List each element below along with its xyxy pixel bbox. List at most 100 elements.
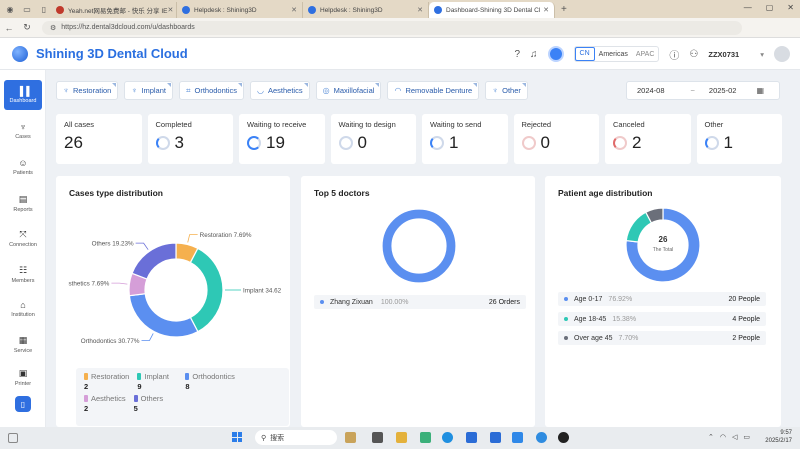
date-start[interactable]: 2024-08 [637, 86, 665, 95]
stat-value: 1 [449, 133, 459, 152]
category-other[interactable]: ♆ Other [485, 81, 528, 100]
donut-slice[interactable] [189, 247, 224, 333]
stat-card-waiting-to-receive[interactable]: Waiting to receive 19 [239, 114, 325, 164]
user-menu[interactable]: ZZX0731 ▾ [708, 50, 764, 59]
implant-icon: ♆ [131, 86, 138, 95]
close-tab-icon[interactable]: ✕ [543, 6, 549, 14]
taskbar-app-icon[interactable] [558, 432, 569, 443]
close-window-icon[interactable]: ✕ [787, 3, 794, 12]
stat-label: Other [704, 120, 724, 129]
sidebar-item-connection[interactable]: ⤧ Connection [4, 223, 42, 253]
taskbar-app-icon[interactable] [345, 432, 356, 443]
region-cn[interactable]: CN [574, 47, 595, 61]
category-restoration[interactable]: ♆ Restoration [56, 81, 119, 100]
category-maxillofacial[interactable]: ◎ Maxillofacial [315, 81, 382, 100]
legend-item[interactable]: Restoration 2 [84, 372, 129, 391]
close-tab-icon[interactable]: ✕ [291, 6, 297, 14]
taskbar-search[interactable]: ⚲ 搜索 [255, 430, 337, 445]
clock[interactable]: 9:57 2025/2/17 [765, 429, 792, 445]
age-row[interactable]: Age 18-45 15.38% 4 People [558, 312, 766, 326]
sidebar-item-patients[interactable]: ☺ Patients [4, 152, 42, 182]
stat-card-other[interactable]: Other 1 [696, 114, 782, 164]
age-people: 2 People [732, 334, 760, 342]
donut-slice[interactable] [381, 208, 457, 284]
windows-start-icon[interactable] [232, 432, 242, 442]
browser-tab[interactable]: Helpdesk : Shining3D ✕ [177, 2, 303, 18]
minimize-icon[interactable]: — [744, 3, 752, 12]
donut-slice[interactable] [128, 293, 199, 338]
legend-label: Implant [144, 372, 169, 381]
close-tab-icon[interactable]: ✕ [167, 6, 173, 14]
date-range-picker[interactable]: 2024-08 ~ 2025-02 ▦ [626, 81, 780, 100]
app-switcher-icon[interactable] [547, 46, 564, 62]
browser-profile-icon[interactable]: ◉ [3, 2, 17, 16]
volume-icon[interactable]: ◁ [732, 433, 737, 441]
battery-icon[interactable]: ▭ [743, 433, 750, 441]
date-end[interactable]: 2025-02 [709, 86, 737, 95]
reload-icon[interactable]: ↻ [18, 22, 36, 33]
legend-item[interactable]: Implant 9 [137, 372, 177, 391]
category-removable-denture[interactable]: ◠ Removable Denture [387, 81, 480, 100]
folder-icon[interactable] [396, 432, 407, 443]
slice-label: Orthodontics 30.77% [81, 338, 140, 345]
new-tab-icon[interactable]: + [561, 4, 567, 15]
legend-item[interactable]: Others 5 [133, 394, 174, 413]
stat-card-completed[interactable]: Completed 3 [147, 114, 233, 164]
browser-tab[interactable]: Yeah.net网易免费邮 - 快乐 分享 IE ✕ [51, 2, 177, 18]
sidebar-item-dashboard[interactable]: ▐▐ Dashboard [4, 80, 42, 110]
site-info-icon[interactable]: ⚙ [50, 24, 56, 32]
sidebar-item-reports[interactable]: ▤ Reports [4, 188, 42, 218]
info-icon[interactable]: ⓘ [669, 47, 679, 62]
taskbar-app-icon[interactable] [512, 432, 523, 443]
notification-bell-icon[interactable]: ♫ [530, 49, 538, 60]
help-icon[interactable]: ? [514, 49, 520, 60]
region-americas[interactable]: Americas [595, 51, 632, 58]
donut-slice[interactable] [131, 242, 177, 280]
cases-type-panel: Cases type distribution Restoration 7.69… [56, 176, 290, 427]
sidebar-item-institution[interactable]: ⌂ Institution [4, 294, 42, 324]
legend-label: Restoration [91, 372, 130, 381]
category-implant[interactable]: ♆ Implant [124, 81, 173, 100]
mail-icon[interactable] [490, 432, 501, 443]
tab-actions-icon[interactable]: ▭ [20, 2, 34, 16]
maximize-icon[interactable]: ▢ [766, 3, 774, 12]
tab-search-icon[interactable]: ▯ [37, 2, 51, 16]
stat-card-rejected[interactable]: Rejected 0 [513, 114, 599, 164]
sidebar-item-label: Institution [11, 312, 35, 318]
back-icon[interactable]: ← [0, 23, 18, 33]
stat-card-canceled[interactable]: Canceled 2 [605, 114, 691, 164]
doctor-row[interactable]: Zhang Zixuan 100.00% 26 Orders [314, 295, 526, 309]
stat-card-waiting-to-design[interactable]: Waiting to design 0 [330, 114, 416, 164]
avatar[interactable] [774, 46, 790, 62]
close-tab-icon[interactable]: ✕ [417, 6, 423, 14]
stat-card-all-cases[interactable]: All cases 26 [56, 114, 142, 164]
age-row[interactable]: Age 0-17 76.92% 20 People [558, 292, 766, 306]
taskbar-app-icon[interactable] [536, 432, 547, 443]
browser-tab[interactable]: Helpdesk : Shining3D ✕ [303, 2, 429, 18]
chevron-up-icon[interactable]: ⌃ [708, 433, 714, 441]
device-icon[interactable]: ▯ [15, 396, 31, 412]
sidebar-item-members[interactable]: ☷ Members [4, 259, 42, 289]
region-apac[interactable]: APAC [632, 51, 659, 58]
calendar-icon[interactable]: ▦ [756, 86, 764, 95]
stat-label: All cases [64, 120, 95, 129]
sidebar-item-service[interactable]: ▦ Service [4, 329, 42, 359]
category-orthodontics[interactable]: ⌗ Orthodontics [178, 81, 245, 100]
edge-browser-icon[interactable] [442, 432, 453, 443]
sidebar-item-cases[interactable]: ♆ Cases [4, 116, 42, 146]
face-icon: ◎ [322, 86, 330, 95]
url-input[interactable]: ⚙ https://hz.dental3dcloud.com/u/dashboa… [42, 20, 742, 35]
category-aesthetics[interactable]: ◡ Aesthetics [250, 81, 310, 100]
widgets-icon[interactable] [8, 433, 18, 443]
age-row[interactable]: Over age 45 7.70% 2 People [558, 331, 766, 345]
donut-center-value: 26 [659, 235, 668, 244]
taskbar-app-icon[interactable] [372, 432, 383, 443]
wechat-icon[interactable] [420, 432, 431, 443]
browser-tab-active[interactable]: Dashboard-Shining 3D Dental Cl ✕ [429, 2, 555, 18]
legend-item[interactable]: Aesthetics 2 [84, 394, 126, 413]
taskbar-app-icon[interactable] [466, 432, 477, 443]
sidebar-item-printer[interactable]: ▣ Printer [4, 362, 42, 392]
legend-item[interactable]: Orthodontics 8 [185, 372, 235, 391]
wifi-icon[interactable]: ◠ [720, 433, 726, 441]
stat-card-waiting-to-send[interactable]: Waiting to send 1 [422, 114, 508, 164]
